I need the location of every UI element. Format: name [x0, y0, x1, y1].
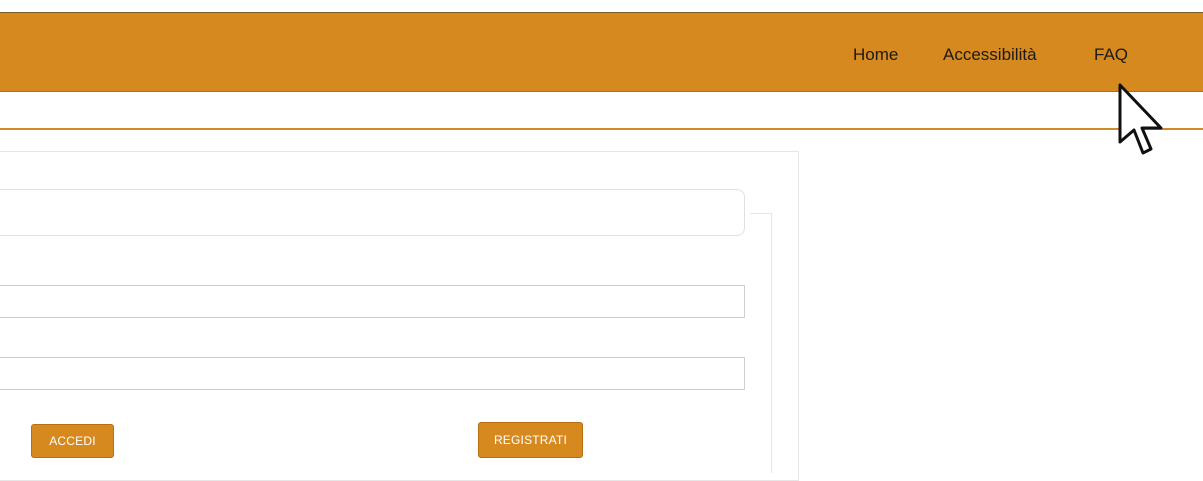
nav-link-home[interactable]: Home — [853, 45, 943, 65]
login-input-2[interactable] — [0, 357, 745, 390]
registrati-button[interactable]: REGISTRATI — [478, 422, 583, 458]
top-navigation-bar: Home Accessibilità FAQ — [0, 12, 1203, 92]
orange-divider-line — [0, 128, 1203, 130]
accedi-button[interactable]: ACCEDI — [31, 424, 114, 458]
nav-link-accessibility[interactable]: Accessibilità — [943, 45, 1094, 65]
rounded-info-box — [0, 189, 745, 236]
login-input-1[interactable] — [0, 285, 745, 318]
nav-link-faq[interactable]: FAQ — [1094, 45, 1154, 65]
panel-inner-border — [750, 213, 772, 473]
main-nav: Home Accessibilità FAQ — [853, 45, 1154, 65]
